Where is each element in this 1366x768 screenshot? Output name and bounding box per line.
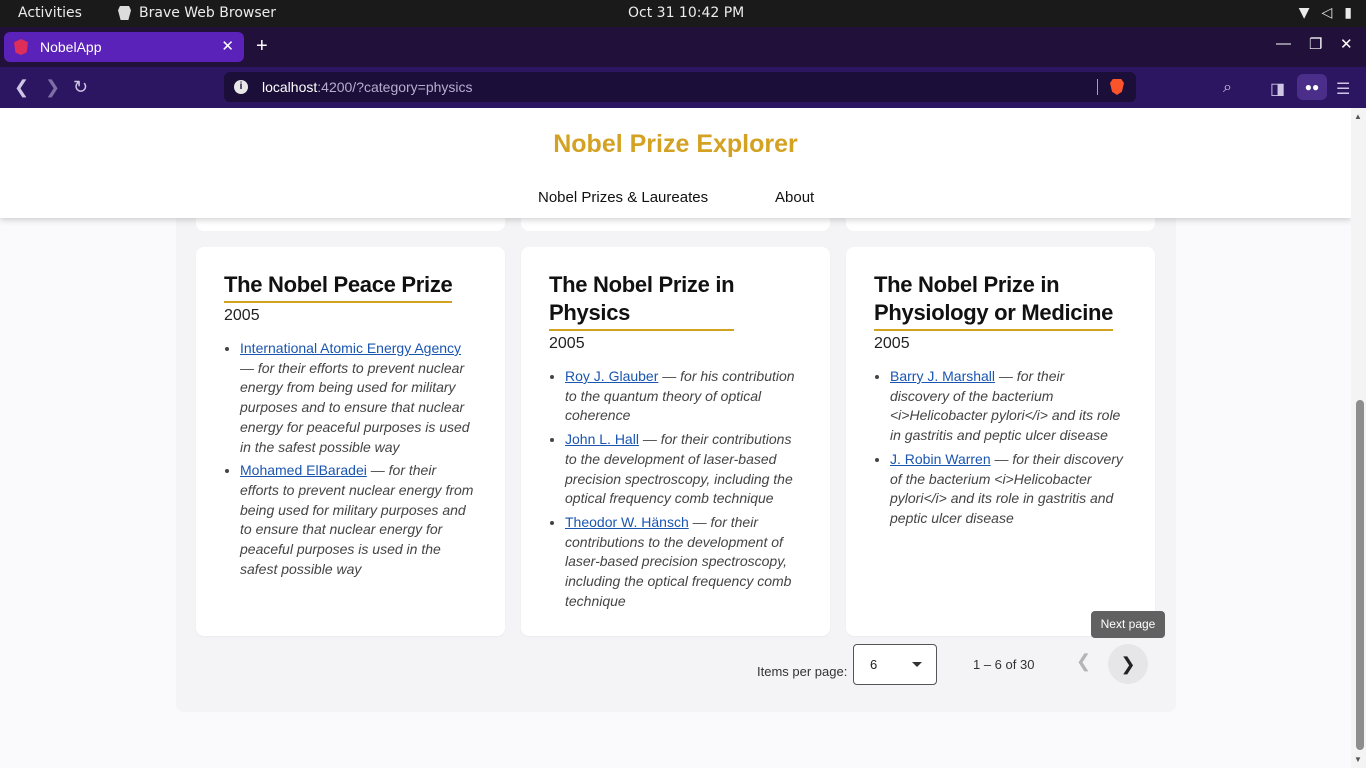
reload-button[interactable]: ↻	[73, 77, 88, 98]
wifi-icon: ▼	[1298, 5, 1310, 21]
url-path: :4200/?category=physics	[317, 79, 473, 95]
sidebar-toggle-icon[interactable]: ◨	[1270, 79, 1285, 99]
next-page-button[interactable]: ❯	[1108, 644, 1148, 684]
system-tray[interactable]: ▼ ◁ ▮	[1299, 5, 1352, 21]
scroll-down-icon[interactable]: ▼	[1354, 755, 1362, 764]
brave-shields-icon[interactable]	[1110, 79, 1124, 95]
vpn-glasses-icon[interactable]: ●●	[1297, 74, 1327, 100]
site-info-icon[interactable]: i	[234, 80, 248, 94]
page-title: Nobel Prize Explorer	[553, 130, 798, 158]
back-button[interactable]: ❮	[14, 77, 29, 98]
scroll-up-icon[interactable]: ▲	[1354, 112, 1362, 121]
new-tab-button[interactable]: +	[256, 35, 268, 58]
items-per-page-value: 6	[870, 657, 878, 672]
app-name: Brave Web Browser	[139, 5, 276, 21]
prize-card: The Nobel Prize inPhysics 2005 Roy J. Gl…	[521, 247, 830, 636]
menu-icon[interactable]: ☰	[1336, 79, 1350, 99]
tab-close-icon[interactable]: ✕	[221, 37, 234, 55]
page-scrollbar[interactable]: ▲ ▼	[1351, 108, 1366, 768]
nav-prizes-laureates[interactable]: Nobel Prizes & Laureates	[538, 189, 708, 206]
close-window-button[interactable]: ✕	[1340, 35, 1353, 53]
laureate-link[interactable]: J. Robin Warren	[890, 451, 991, 467]
prize-title: The Nobel Peace Prize	[224, 271, 453, 303]
paginator: Items per page: 6 1 – 6 of 30 ❮ ❯	[176, 644, 1176, 700]
laureate-list: International Atomic Energy Agency — for…	[224, 339, 477, 579]
prize-card: The Nobel Peace Prize 2005 International…	[196, 247, 505, 636]
prize-title: The Nobel Prize in Physiology or Medicine	[874, 271, 1113, 331]
url-host: localhost	[262, 79, 318, 95]
items-per-page-label: Items per page:	[757, 664, 848, 679]
items-per-page-select[interactable]: 6	[853, 644, 937, 685]
system-top-bar: Activities Brave Web Browser Oct 31 10:4…	[0, 0, 1366, 27]
browser-tab[interactable]: NobelApp ✕	[4, 32, 244, 62]
nav-about[interactable]: About	[775, 189, 814, 206]
page-viewport: Nobel Prize Explorer Nobel Prizes & Laur…	[0, 108, 1351, 768]
tab-strip: NobelApp ✕ + — ❐ ✕	[0, 27, 1366, 67]
laureate-motivation: — for their efforts to prevent nuclear e…	[240, 359, 470, 455]
prize-year: 2005	[549, 335, 585, 352]
address-divider	[1097, 79, 1098, 95]
brave-icon	[118, 6, 131, 20]
list-item: Theodor W. Hänsch — for their contributi…	[565, 513, 802, 612]
list-item: J. Robin Warren — for their discovery of…	[890, 450, 1127, 529]
laureate-link[interactable]: John L. Hall	[565, 431, 639, 447]
list-item: John L. Hall — for their contributions t…	[565, 430, 802, 509]
laureate-link[interactable]: Theodor W. Hänsch	[565, 514, 689, 530]
forward-button[interactable]: ❯	[45, 77, 60, 98]
prize-year: 2005	[874, 335, 910, 352]
list-item: Roy J. Glauber — for his contribution to…	[565, 367, 802, 426]
prize-card: The Nobel Prize in Physiology or Medicine…	[846, 247, 1155, 636]
laureate-link[interactable]: Roy J. Glauber	[565, 368, 658, 384]
search-tab-icon[interactable]: ⌕	[1223, 79, 1232, 97]
scrollbar-thumb[interactable]	[1356, 400, 1364, 750]
laureate-link[interactable]: Barry J. Marshall	[890, 368, 995, 384]
laureate-link[interactable]: Mohamed ElBaradei	[240, 462, 367, 478]
laureate-motivation: — for their efforts to prevent nuclear e…	[240, 462, 474, 577]
app-menu[interactable]: Brave Web Browser	[118, 5, 276, 21]
minimize-button[interactable]: —	[1276, 35, 1291, 52]
activities-button[interactable]: Activities	[18, 5, 82, 21]
dropdown-arrow-icon	[912, 662, 922, 667]
list-item: International Atomic Energy Agency — for…	[240, 339, 477, 457]
browser-toolbar: ❮ ❯ ↻ i localhost:4200/?category=physics…	[0, 67, 1366, 108]
maximize-button[interactable]: ❐	[1309, 35, 1322, 53]
list-item: Mohamed ElBaradei — for their efforts to…	[240, 461, 477, 579]
battery-icon: ▮	[1344, 5, 1352, 21]
angular-favicon-icon	[14, 39, 28, 55]
page-range-label: 1 – 6 of 30	[973, 657, 1035, 672]
prize-year: 2005	[224, 307, 260, 324]
clock[interactable]: Oct 31 10:42 PM	[628, 5, 744, 21]
tab-title: NobelApp	[40, 39, 102, 55]
laureate-link[interactable]: International Atomic Energy Agency	[240, 340, 461, 356]
site-header: Nobel Prize Explorer Nobel Prizes & Laur…	[0, 108, 1351, 218]
volume-muted-icon: ◁	[1321, 5, 1333, 21]
address-bar[interactable]: i localhost:4200/?category=physics	[224, 72, 1136, 102]
list-item: Barry J. Marshall — for their discovery …	[890, 367, 1127, 446]
next-page-tooltip: Next page	[1091, 611, 1165, 638]
laureate-list: Roy J. Glauber — for his contribution to…	[549, 367, 802, 611]
previous-page-button[interactable]: ❮	[1076, 651, 1091, 672]
laureate-list: Barry J. Marshall — for their discovery …	[874, 367, 1127, 529]
prize-title: The Nobel Prize in Physics	[549, 271, 735, 331]
